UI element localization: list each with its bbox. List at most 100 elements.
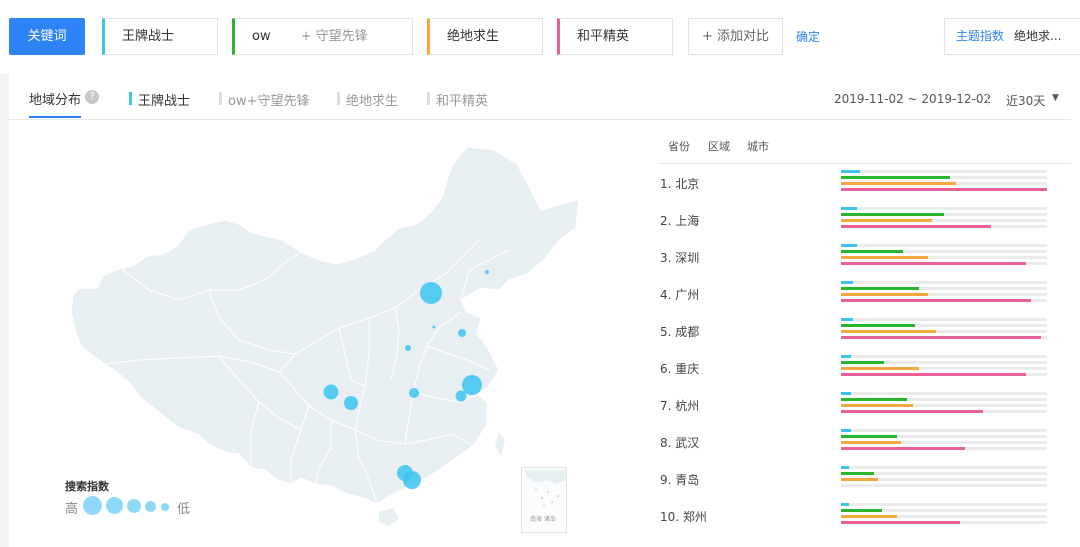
series-tab-label: ow+守望先锋 (228, 94, 310, 109)
bar-track (841, 503, 1047, 506)
ranking-row[interactable]: 7. 杭州 (658, 386, 1071, 423)
bar-track (841, 250, 1047, 253)
series-tab-label: 绝地求生 (346, 94, 399, 109)
bar-track (841, 170, 1047, 173)
panel-header: 地域分布 ? 王牌战士 ow+守望先锋 绝地求生 和平精英 2019-11-02… (9, 74, 1071, 120)
theme-index-label: 主题指数 (956, 29, 1005, 43)
bar-fill (841, 521, 960, 524)
bar-track (841, 361, 1047, 364)
bar-track (841, 219, 1047, 222)
bar-fill (841, 435, 897, 438)
map-bubbles (323, 270, 489, 489)
bubble-zhengzhou[interactable] (405, 345, 411, 351)
ranking-row[interactable]: 2. 上海 (658, 201, 1071, 238)
bar-track (841, 521, 1047, 524)
bar-fill (841, 367, 919, 370)
bar-track (841, 293, 1047, 296)
series-marker (427, 92, 430, 105)
bubble-qingdao[interactable] (458, 329, 466, 337)
city-label: 4. 广州 (660, 288, 700, 302)
period-select[interactable]: 近30天 (1006, 92, 1045, 109)
bar-fill (841, 318, 853, 321)
bar-fill (841, 361, 884, 364)
inset-map (524, 470, 566, 507)
keyword-label: 王牌战士 (122, 29, 175, 44)
bar-fill (841, 410, 983, 413)
bar-track (841, 207, 1047, 210)
bar-fill (841, 330, 936, 333)
bar-track (841, 244, 1047, 247)
date-range[interactable]: 2019-11-02 ~ 2019-12-02 (834, 92, 991, 106)
bubble-shanghai[interactable] (462, 375, 482, 395)
series-tab-4[interactable]: 和平精英 (427, 90, 488, 109)
series-bars (841, 244, 1047, 268)
help-icon[interactable]: ? (85, 90, 99, 104)
tab-region[interactable]: 区域 (708, 138, 730, 154)
ranking-row[interactable]: 5. 成都 (658, 312, 1071, 349)
city-label: 2. 上海 (660, 214, 700, 228)
ranking-row[interactable]: 4. 广州 (658, 275, 1071, 312)
ranking-row[interactable]: 10. 郑州 (658, 497, 1071, 534)
keyword-extra: + 守望先锋 (300, 29, 368, 44)
keyword-input-1[interactable]: 王牌战士 (102, 18, 218, 55)
bar-fill (841, 170, 860, 173)
tab-province[interactable]: 省份 (668, 138, 690, 154)
bar-track (841, 324, 1047, 327)
bubble-chengdu[interactable] (323, 384, 339, 400)
confirm-button[interactable]: 确定 (796, 28, 820, 45)
bar-fill (841, 466, 849, 469)
bubble-wuhan[interactable] (409, 388, 419, 398)
bubble-tianjin[interactable] (432, 325, 436, 329)
bar-fill (841, 503, 849, 506)
theme-index-select[interactable]: 主题指数 绝地求... (944, 18, 1080, 55)
bar-fill (841, 182, 956, 185)
bar-track (841, 262, 1047, 265)
panel-title[interactable]: 地域分布 (29, 89, 81, 108)
keyword-label: 和平精英 (577, 29, 630, 44)
series-tab-1[interactable]: 王牌战士 (129, 90, 190, 109)
legend-title: 搜索指数 (65, 480, 109, 493)
ranking-row[interactable]: 9. 青岛 (658, 460, 1071, 497)
bar-fill (841, 299, 1031, 302)
keyword-input-2[interactable]: ow + 守望先锋 (232, 18, 413, 55)
series-marker (219, 92, 222, 105)
bubble-hangzhou[interactable] (455, 390, 467, 402)
bubble-shenzhen[interactable] (403, 471, 421, 489)
south-sea-inset: 南海 诸岛 (521, 467, 567, 533)
bar-fill (841, 404, 913, 407)
keyword-button[interactable]: 关键词 (9, 18, 85, 55)
series-tab-3[interactable]: 绝地求生 (337, 90, 398, 109)
keyword-input-3[interactable]: 绝地求生 (427, 18, 543, 55)
bar-track (841, 330, 1047, 333)
ranking-row[interactable]: 8. 武汉 (658, 423, 1071, 460)
ranking-row[interactable]: 1. 北京 (658, 164, 1071, 201)
keyword-bar: 关键词 王牌战士 ow + 守望先锋 绝地求生 和平精英 + 添加对比 确定 主题… (0, 0, 1080, 74)
series-tab-2[interactable]: ow+守望先锋 (219, 90, 309, 109)
keyword-label: ow (252, 29, 271, 44)
bar-fill (841, 287, 919, 290)
add-compare-button[interactable]: + 添加对比 (688, 18, 783, 55)
ranking-row[interactable]: 6. 重庆 (658, 349, 1071, 386)
chevron-down-icon[interactable]: ▼ (1052, 93, 1059, 103)
legend-dot (161, 503, 169, 511)
ranking-row[interactable]: 3. 深圳 (658, 238, 1071, 275)
bar-track (841, 299, 1047, 302)
bar-track (841, 515, 1047, 518)
bar-track (841, 484, 1047, 487)
bubble-chongqing[interactable] (344, 396, 358, 410)
bar-fill (841, 207, 857, 210)
series-bars (841, 466, 1047, 490)
bar-track (841, 447, 1047, 450)
tab-city[interactable]: 城市 (747, 138, 769, 154)
series-bars (841, 429, 1047, 453)
series-bars (841, 207, 1047, 231)
bar-fill (841, 188, 1047, 191)
bar-fill (841, 429, 851, 432)
city-label: 9. 青岛 (660, 473, 700, 487)
series-bars (841, 281, 1047, 305)
region-distribution-panel: 地域分布 ? 王牌战士 ow+守望先锋 绝地求生 和平精英 2019-11-02… (9, 74, 1080, 547)
keyword-input-4[interactable]: 和平精英 (557, 18, 673, 55)
bubble-shenyang[interactable] (485, 270, 489, 274)
bar-track (841, 398, 1047, 401)
bubble-beijing[interactable] (420, 282, 442, 304)
